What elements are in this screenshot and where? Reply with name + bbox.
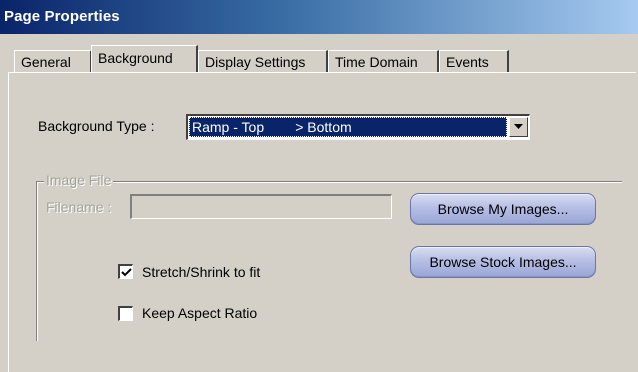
- tab-background[interactable]: Background: [91, 45, 198, 72]
- keep-aspect-checkbox[interactable]: [118, 306, 133, 321]
- tab-events[interactable]: Events: [439, 50, 509, 72]
- tab-time-domain[interactable]: Time Domain: [328, 50, 439, 72]
- dropdown-button[interactable]: [509, 117, 528, 137]
- checkmark-icon: [121, 268, 132, 277]
- chevron-down-icon: [514, 124, 523, 129]
- background-type-label: Background Type :: [38, 118, 155, 134]
- stretch-label[interactable]: Stretch/Shrink to fit: [142, 264, 260, 280]
- background-type-value: Ramp - Top > Bottom: [189, 117, 507, 137]
- browse-my-images-button[interactable]: Browse My Images...: [410, 193, 596, 225]
- page-properties-dialog: Page Properties General Background Displ…: [0, 0, 638, 372]
- filename-label: Filename :: [46, 199, 112, 215]
- stretch-checkbox[interactable]: [118, 264, 133, 279]
- image-file-group-label: Image File: [44, 172, 114, 188]
- tab-general[interactable]: General: [14, 50, 92, 72]
- background-type-combobox[interactable]: Ramp - Top > Bottom: [186, 114, 530, 140]
- window-title: Page Properties: [4, 8, 120, 25]
- title-bar[interactable]: Page Properties: [0, 0, 638, 34]
- filename-field[interactable]: [130, 194, 392, 219]
- tab-display-settings[interactable]: Display Settings: [198, 50, 328, 72]
- keep-aspect-label[interactable]: Keep Aspect Ratio: [142, 305, 257, 321]
- browse-stock-images-button[interactable]: Browse Stock Images...: [410, 246, 596, 278]
